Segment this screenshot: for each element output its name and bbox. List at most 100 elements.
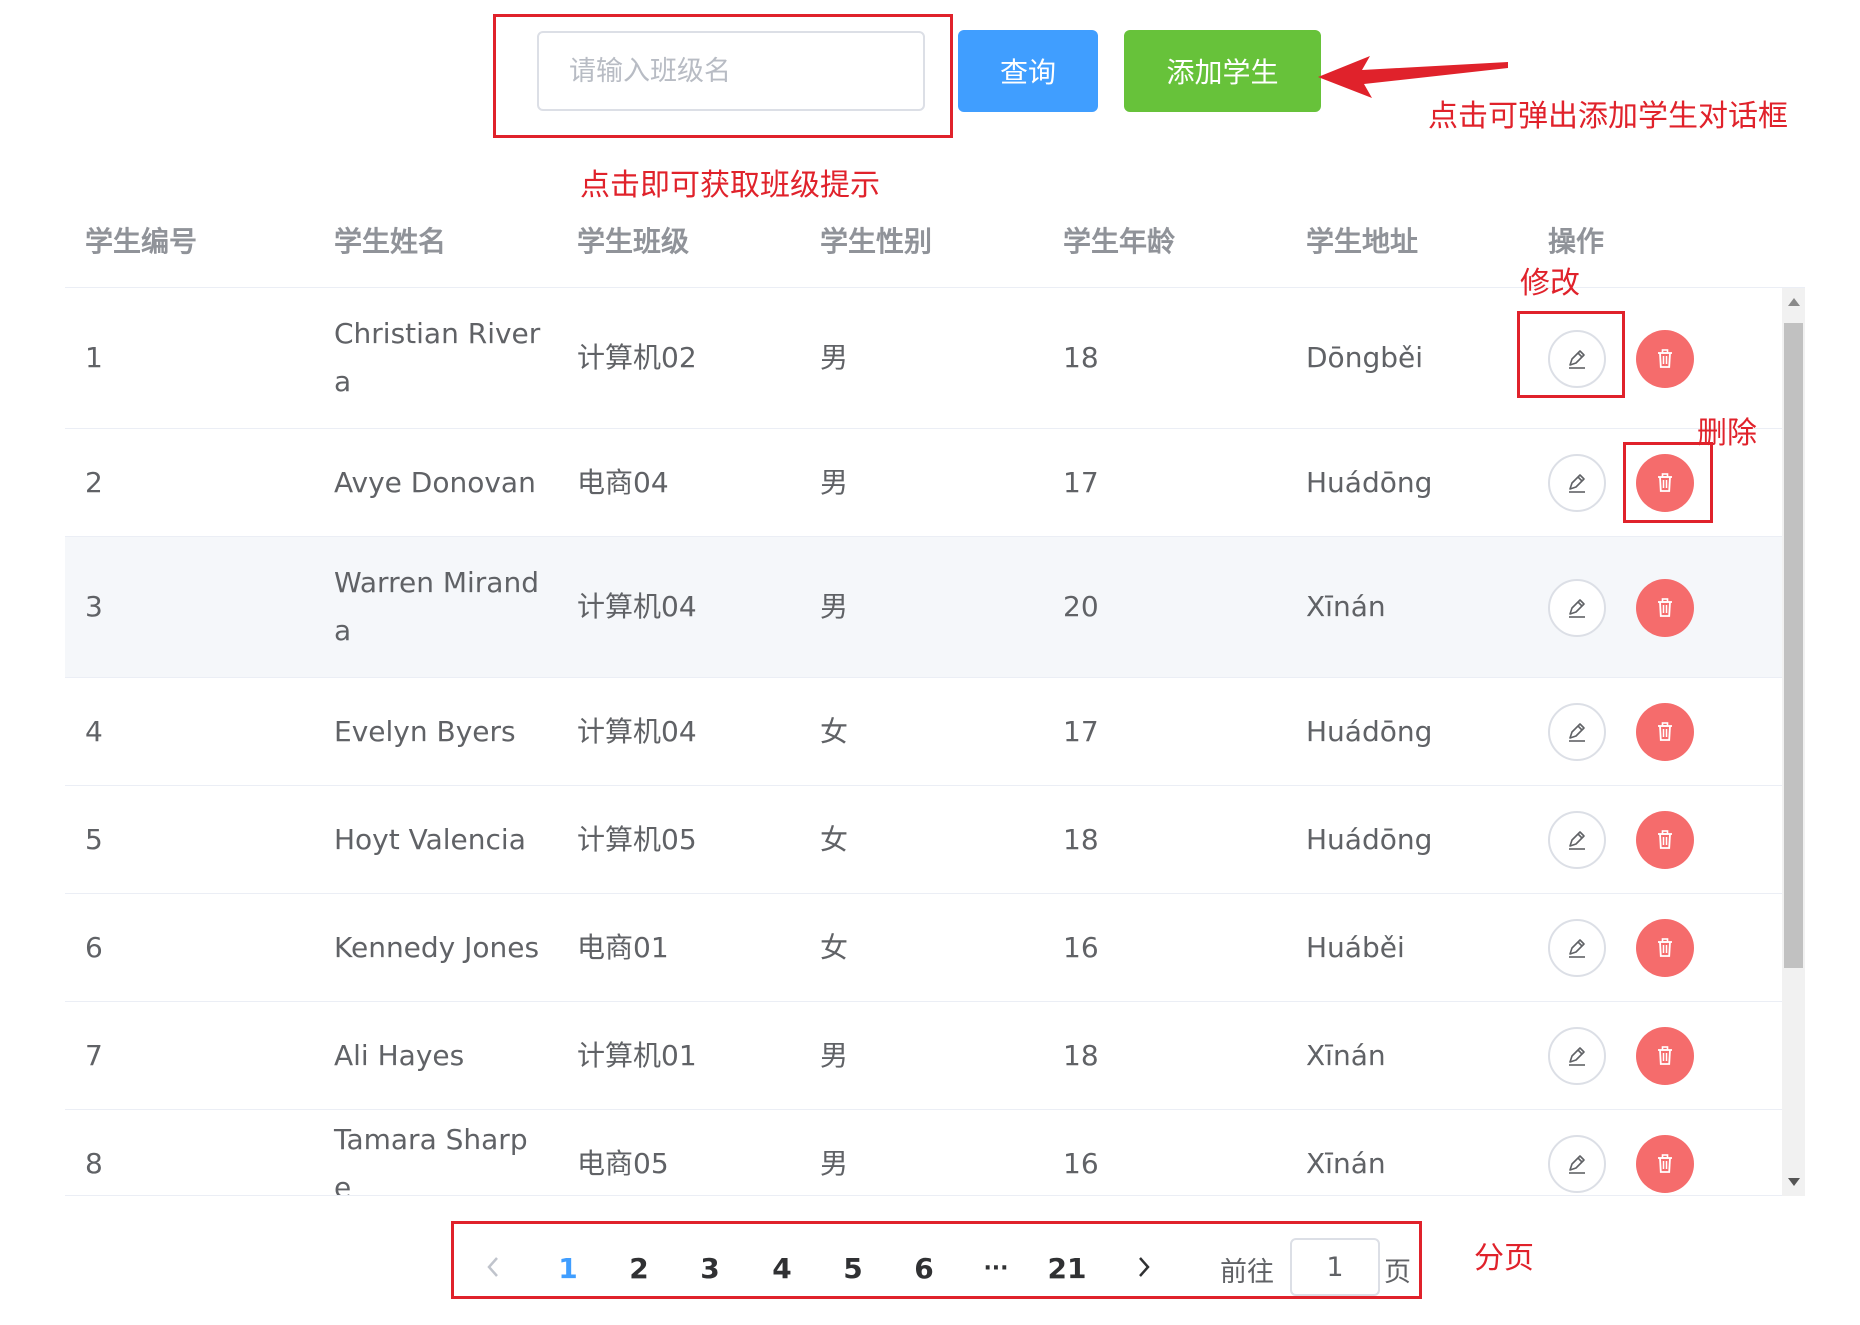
cell-id-container: 5 (85, 786, 285, 893)
cell-class-container: 电商01 (577, 894, 797, 1001)
cell-name-container: Christian Rivera (334, 288, 544, 428)
cell-age-container: 17 (1063, 678, 1263, 785)
cell-gender: 男 (820, 465, 849, 499)
cell-address: Huáběi (1306, 930, 1405, 964)
cell-gender: 女 (820, 714, 849, 748)
edit-button[interactable] (1548, 454, 1606, 512)
page-5[interactable]: 5 (828, 1245, 878, 1291)
scrollbar-thumb[interactable] (1784, 323, 1803, 968)
column-header-age: 学生年龄 (1063, 225, 1176, 258)
cell-name-container: Tamara Sharpe (334, 1110, 544, 1196)
cell-address: Huádōng (1306, 465, 1433, 499)
cell-class: 计算机01 (577, 1038, 697, 1072)
goto-page-input[interactable] (1290, 1238, 1380, 1296)
cell-age: 18 (1063, 341, 1099, 374)
cell-id: 8 (85, 1146, 103, 1180)
column-header-actions: 操作 (1548, 225, 1605, 258)
edit-button[interactable] (1548, 919, 1606, 977)
query-button[interactable]: 查询 (958, 30, 1098, 112)
add-student-button[interactable]: 添加学生 (1124, 30, 1321, 112)
cell-gender-container: 女 (820, 678, 1020, 785)
page-1[interactable]: 1 (543, 1245, 593, 1291)
cell-id: 5 (85, 822, 103, 856)
cell-name: Kennedy Jones (334, 930, 540, 964)
cell-age-container: 17 (1063, 429, 1263, 536)
cell-name-container: Kennedy Jones (334, 894, 544, 1001)
cell-name: Tamara Sharpe (334, 1122, 528, 1196)
cell-class: 电商04 (577, 465, 669, 499)
cell-class-container: 电商05 (577, 1110, 797, 1195)
cell-id-container: 6 (85, 894, 285, 1001)
cell-gender-container: 男 (820, 429, 1020, 536)
trash-icon (1658, 1046, 1672, 1065)
cell-name: Warren Miranda (334, 566, 539, 647)
page-4[interactable]: 4 (757, 1245, 807, 1291)
column-header-id: 学生编号 (85, 225, 198, 258)
delete-button[interactable] (1636, 703, 1694, 761)
edit-button[interactable] (1548, 579, 1606, 637)
column-header-class: 学生班级 (577, 225, 690, 258)
cell-gender: 女 (820, 930, 849, 964)
cell-address: Xīnán (1306, 1146, 1386, 1180)
table-scrollbar[interactable] (1782, 288, 1805, 1196)
cell-age: 17 (1063, 465, 1099, 499)
cell-age: 16 (1063, 1146, 1099, 1180)
cell-address: Dōngběi (1306, 341, 1423, 374)
cell-gender: 男 (820, 590, 849, 623)
annotation-box-edit (1517, 311, 1625, 398)
cell-id-container: 8 (85, 1110, 285, 1195)
cell-id: 4 (85, 714, 103, 748)
edit-button[interactable] (1548, 811, 1606, 869)
table-body[interactable]: 1 Christian Rivera 计算机02 男 18 Dōngběi 2 Avye Do… (65, 288, 1782, 1196)
cell-age-container: 20 (1063, 537, 1263, 677)
delete-button[interactable] (1636, 1027, 1694, 1085)
pencil-icon (1569, 939, 1585, 958)
edit-button[interactable] (1548, 1135, 1606, 1193)
scroll-up-arrow-icon[interactable] (1782, 292, 1805, 312)
delete-button[interactable] (1636, 330, 1694, 388)
delete-button[interactable] (1636, 579, 1694, 637)
cell-id: 6 (85, 930, 103, 964)
cell-gender-container: 男 (820, 1110, 1020, 1195)
annotation-class-hint: 点击即可获取班级提示 (580, 168, 880, 203)
cell-name-container: Hoyt Valencia (334, 786, 544, 893)
cell-id: 2 (85, 465, 103, 499)
cell-name: Ali Hayes (334, 1038, 465, 1072)
annotation-box-search (493, 14, 953, 138)
goto-prefix-label: 前往 (1220, 1257, 1274, 1288)
next-page-button[interactable] (1129, 1252, 1159, 1282)
cell-address-container: Xīnán (1306, 1110, 1526, 1195)
page-21[interactable]: 21 (1042, 1245, 1092, 1291)
edit-button[interactable] (1548, 1027, 1606, 1085)
cell-address-container: Huáběi (1306, 894, 1526, 1001)
pencil-icon (1569, 1047, 1585, 1066)
scroll-down-arrow-icon[interactable] (1782, 1172, 1805, 1192)
column-header-gender: 学生性别 (820, 225, 933, 258)
edit-button[interactable] (1548, 703, 1606, 761)
cell-id-container: 2 (85, 429, 285, 536)
cell-age-container: 16 (1063, 1110, 1263, 1195)
chevron-left-icon (487, 1257, 498, 1277)
delete-button[interactable] (1636, 919, 1694, 977)
column-header-name: 学生姓名 (334, 225, 447, 258)
cell-address-container: Huádōng (1306, 429, 1526, 536)
prev-page-button[interactable] (478, 1252, 508, 1282)
page-ellipsis[interactable]: ··· (971, 1245, 1021, 1291)
cell-name: Evelyn Byers (334, 714, 516, 748)
cell-name-container: Avye Donovan (334, 429, 544, 536)
cell-gender: 男 (820, 1038, 849, 1072)
cell-address: Xīnán (1306, 590, 1386, 623)
cell-age: 17 (1063, 714, 1099, 748)
page-6[interactable]: 6 (899, 1245, 949, 1291)
cell-age: 18 (1063, 1038, 1099, 1072)
cell-address-container: Huádōng (1306, 678, 1526, 785)
page-2[interactable]: 2 (614, 1245, 664, 1291)
page-3[interactable]: 3 (685, 1245, 735, 1291)
cell-class-container: 计算机02 (577, 288, 797, 428)
delete-button[interactable] (1636, 811, 1694, 869)
trash-icon (1658, 1154, 1672, 1173)
cell-age: 16 (1063, 930, 1099, 964)
trash-icon (1658, 722, 1672, 741)
cell-class-container: 计算机01 (577, 1002, 797, 1109)
delete-button[interactable] (1636, 1135, 1694, 1193)
